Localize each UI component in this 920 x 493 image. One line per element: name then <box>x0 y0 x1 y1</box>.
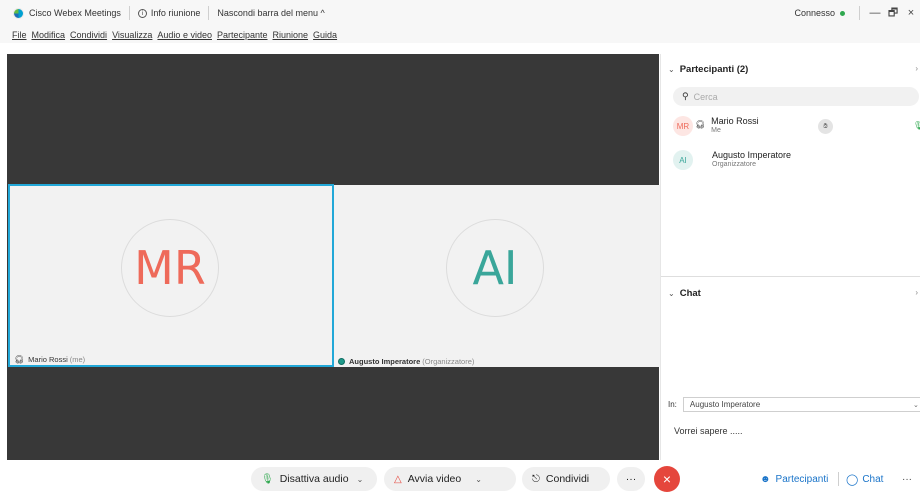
video-stage: MR 🎧︎ Mario Rossi (me) AI Augusto Impera… <box>7 54 660 460</box>
raise-hand-icon[interactable]: ✋︎ <box>818 119 833 134</box>
restore-button[interactable]: 🗗 <box>884 4 902 23</box>
menu-riunione[interactable]: Riunione <box>273 30 309 40</box>
video-off-icon: △ <box>394 473 402 485</box>
microphone-icon[interactable]: 🎙︎ <box>913 121 920 130</box>
participant-row[interactable]: MR 🎧︎ Mario Rossi Me <box>673 116 759 136</box>
hide-menu-bar-button[interactable]: Nascondi barra del menu ^ <box>217 8 324 18</box>
mute-audio-button[interactable]: 🎙︎ Disattiva audio ⌄ <box>251 467 377 491</box>
app-title: Cisco Webex Meetings <box>29 8 121 18</box>
chat-toggle-label: Chat <box>862 473 884 485</box>
chat-bubble-icon: ◯ <box>846 473 859 486</box>
video-tile-me[interactable]: MR 🎧︎ Mario Rossi (me) <box>8 184 334 367</box>
menu-partecipante[interactable]: Partecipante <box>217 30 268 40</box>
mute-audio-label: Disattiva audio <box>279 473 349 485</box>
search-icon: ⚲ <box>682 91 689 101</box>
menu-bar: File Modifica Condividi Visualizza Audio… <box>0 26 920 43</box>
title-bar-right: Connesso — 🗗 × <box>794 0 920 26</box>
avatar-other: AI <box>446 219 544 317</box>
headset-icon: 🎧︎ <box>695 120 706 129</box>
share-label: Condividi <box>545 473 590 485</box>
meeting-info-label: Info riunione <box>150 8 201 18</box>
participant-role: Organizzatore <box>712 161 756 168</box>
headset-icon: 🎧︎ <box>14 354 25 364</box>
start-video-label: Avvia video <box>407 473 462 485</box>
participants-icon: ☻ <box>760 473 771 485</box>
participant-avatar: AI <box>673 150 693 170</box>
menu-file[interactable]: File <box>12 30 27 40</box>
menu-audio-video[interactable]: Audio e video <box>157 30 212 40</box>
chat-recipient-select[interactable]: Augusto Imperatore ⌄ <box>682 397 920 412</box>
participant-row[interactable]: AI Augusto Imperatore Organizzatore <box>673 150 791 170</box>
share-button[interactable]: ⎋ Condividi <box>522 467 610 491</box>
chat-toggle-button[interactable]: ◯ Chat <box>846 467 883 491</box>
video-name-label-me: 🎧︎ Mario Rossi (me) <box>10 353 86 365</box>
chevron-down-icon: ⌄ <box>668 65 675 74</box>
menu-visualizza[interactable]: Visualizza <box>112 30 152 40</box>
more-options-button[interactable]: ··· <box>617 467 645 491</box>
video-tag-me: (me) <box>69 354 86 364</box>
participants-toggle-button[interactable]: ☻ Partecipanti <box>760 467 828 491</box>
avatar-me: MR <box>121 219 219 317</box>
chevron-down-icon: ⌄ <box>913 401 919 409</box>
chevron-down-icon: ⌄ <box>668 289 675 298</box>
title-bar: Cisco Webex Meetings i Info riunione Nas… <box>0 0 920 26</box>
menu-modifica[interactable]: Modifica <box>32 30 66 40</box>
overflow-menu-button[interactable]: ··· <box>902 467 912 491</box>
chevron-down-icon[interactable]: ⌄ <box>475 475 482 484</box>
share-icon: ⎋ <box>532 473 540 485</box>
close-participants-panel-button[interactable]: › <box>915 64 918 73</box>
participants-panel-header[interactable]: ⌄ Partecipanti (2) <box>668 64 748 75</box>
webex-logo-icon <box>13 7 24 19</box>
minimize-button[interactable]: — <box>866 7 884 19</box>
chat-recipient-value: Augusto Imperatore <box>689 400 761 409</box>
chat-message-input[interactable]: Vorrei sapere ..... <box>674 426 743 436</box>
video-tag-other: (Organizzatore) <box>422 356 475 366</box>
chat-recipient-label: In: <box>668 400 677 409</box>
title-separator <box>859 6 860 20</box>
menu-condividi[interactable]: Condividi <box>70 30 107 40</box>
participant-name: Mario Rossi <box>711 116 759 126</box>
chat-panel-header[interactable]: ⌄ Chat <box>668 288 701 299</box>
chevron-down-icon[interactable]: ⌄ <box>357 475 364 484</box>
info-icon: i <box>137 8 147 18</box>
start-video-button[interactable]: △ Avvia video ⌄ <box>384 467 516 491</box>
meeting-info-button[interactable]: i Info riunione <box>137 8 201 18</box>
participants-toggle-label: Partecipanti <box>775 473 829 485</box>
participant-avatar: MR <box>673 116 693 136</box>
participant-role: Me <box>711 127 721 134</box>
search-placeholder: Cerca <box>693 91 718 102</box>
webex-client-icon <box>338 357 345 365</box>
participant-name: Augusto Imperatore <box>712 150 792 160</box>
microphone-icon: 🎙︎ <box>261 473 274 485</box>
connection-status-dot-icon <box>840 10 845 16</box>
title-separator <box>128 6 130 20</box>
video-tile-other[interactable]: AI Augusto Imperatore (Organizzatore) <box>334 185 660 367</box>
side-panel: ⌄ Partecipanti (2) › ⚲ Cerca MR 🎧︎ Mario… <box>660 54 920 460</box>
video-name-label-other: Augusto Imperatore (Organizzatore) <box>334 355 475 367</box>
chat-recipient-row: In: Augusto Imperatore ⌄ <box>668 397 920 412</box>
video-name-other: Augusto Imperatore <box>349 356 421 366</box>
close-window-button[interactable]: × <box>902 7 920 19</box>
video-name-me: Mario Rossi <box>28 354 68 364</box>
participants-panel-title: Partecipanti (2) <box>679 64 749 75</box>
panel-divider <box>661 276 920 277</box>
participants-search-input[interactable]: ⚲ Cerca <box>673 87 919 106</box>
end-meeting-button[interactable]: × <box>654 466 680 492</box>
connection-status: Connesso <box>794 8 835 18</box>
meeting-controls-bar: 🎙︎ Disattiva audio ⌄ △ Avvia video ⌄ ⎋ C… <box>0 463 920 493</box>
menu-guida[interactable]: Guida <box>313 30 337 40</box>
chat-panel-title: Chat <box>679 288 701 299</box>
close-chat-panel-button[interactable]: › <box>915 288 918 297</box>
toolbar-separator <box>838 472 839 486</box>
title-separator <box>208 6 210 20</box>
